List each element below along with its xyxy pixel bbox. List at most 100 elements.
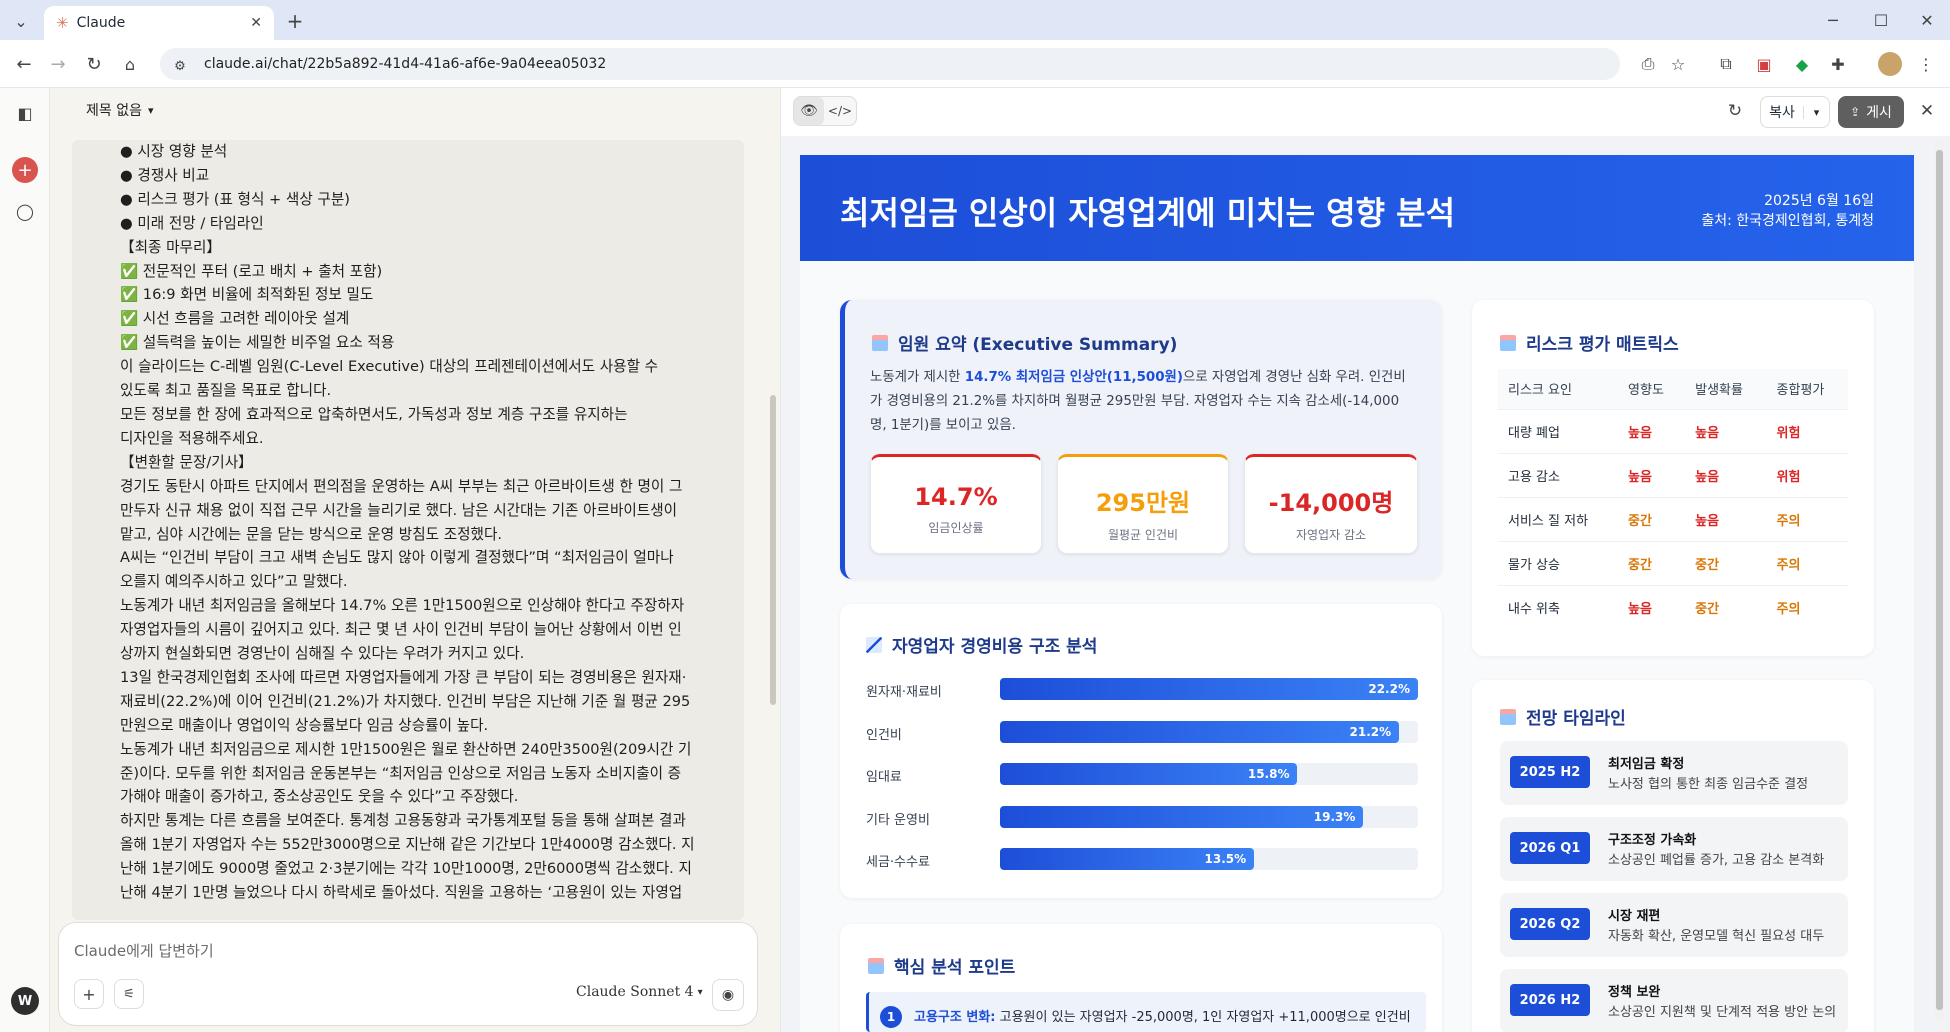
chevron-down-icon: ▾	[697, 986, 703, 998]
timeline-title: 전망 타임라인	[1526, 709, 1626, 729]
chevron-down-icon: ▾	[147, 103, 154, 117]
new-chat-icon[interactable]: +	[12, 157, 38, 183]
summary-heading: 임원 요약 (Executive Summary)	[872, 330, 1177, 355]
profile-avatar[interactable]	[1878, 52, 1902, 76]
summary-text: 노동계가 제시한 14.7% 최저임금 인상안(11,500원)으로 자영업계 …	[870, 366, 1410, 438]
timeline-item-title: 정책 보완	[1608, 985, 1661, 1000]
timeline-badge: 2026 Q2	[1510, 908, 1590, 940]
timeline-item-title: 시장 재편	[1608, 909, 1661, 924]
risk-table: 리스크 요인 영향도 발생확률 종합평가 대량 폐업 높음 높음 위험 고용 감소 높음…	[1498, 369, 1848, 629]
bar-value-label: 21.2%	[1349, 724, 1392, 739]
close-artifact-icon[interactable]: ✕	[1914, 98, 1940, 124]
slide-source: 출처: 한국경제인협회, 통계청	[1701, 213, 1874, 229]
sidebar-toggle-icon[interactable]: ◧	[12, 100, 38, 126]
extension-2-icon[interactable]: ▣	[1752, 52, 1776, 76]
risk-overall: 주의	[1766, 496, 1848, 541]
address-bar[interactable]: claude.ai/chat/22b5a892-41d4-41a6-af6e-9…	[160, 48, 1620, 80]
maximize-icon[interactable]: ☐	[1866, 6, 1896, 34]
tab-list-icon[interactable]: ⌄	[8, 8, 34, 34]
line-chart-icon	[866, 636, 882, 653]
table-row: 물가 상승 중간 중간 주의	[1498, 540, 1848, 585]
metric-value: -14,000명	[1268, 489, 1394, 517]
insight-text: 고용원이 있는 자영업자 -25,000명, 1인 자영업자 +11,000명으…	[999, 1010, 1414, 1025]
bar-value-label: 13.5%	[1204, 852, 1247, 866]
metric-label: 월평균 인건비	[1107, 528, 1179, 542]
timeline-badge: 2026 Q1	[1510, 832, 1590, 864]
bar-chart-icon	[1500, 334, 1516, 351]
claude-logo-icon: ✳	[56, 14, 69, 32]
chats-icon[interactable]: ◯	[12, 198, 38, 224]
artifact-scrollbar[interactable]	[1936, 150, 1943, 1010]
home-icon[interactable]: ⌂	[116, 50, 144, 78]
code-icon[interactable]: </>	[824, 97, 856, 125]
risk-factor: 내수 위축	[1498, 584, 1619, 629]
model-selector[interactable]: Claude Sonnet 4 ▾	[576, 984, 703, 1000]
extension-3-icon[interactable]: ◆	[1790, 52, 1814, 76]
site-settings-icon[interactable]: ⚙	[168, 54, 192, 78]
category-label: 세금·수수료	[866, 855, 930, 870]
table-row: 고용 감소 높음 높음 위험	[1498, 452, 1848, 497]
share-icon: ⇪	[1850, 105, 1861, 119]
table-row: 대량 폐업 높음 높음 위험	[1498, 408, 1848, 453]
window-close-icon[interactable]: ✕	[1912, 6, 1942, 34]
risk-header-probability: 발생확률	[1685, 369, 1767, 409]
composer	[58, 922, 758, 1026]
timeline-badge: 2026 H2	[1510, 984, 1590, 1016]
summary-title: 임원 요약 (Executive Summary)	[898, 335, 1178, 355]
publish-button[interactable]: ⇪ 게시	[1838, 96, 1904, 128]
insights-heading: 핵심 분석 포인트	[868, 953, 1015, 978]
install-app-icon[interactable]: ⎙	[1636, 52, 1660, 76]
reload-icon[interactable]: ↻	[80, 50, 108, 78]
forward-icon[interactable]: →	[44, 50, 72, 78]
risk-probability: 높음	[1685, 496, 1767, 541]
insight-text-line: 고용구조 변화: 고용원이 있는 자영업자 -25,000명, 1인 자영업자 …	[914, 1006, 1414, 1025]
risk-factor: 서비스 질 저하	[1498, 496, 1619, 541]
risk-probability: 중간	[1685, 584, 1767, 629]
timeline-item: 2026 Q2 시장 재편 자동화 확산, 운영모델 혁신 필요성 대두	[1500, 893, 1848, 957]
copy-button[interactable]: 복사	[1761, 102, 1803, 122]
risk-probability: 중간	[1685, 540, 1767, 585]
close-tab-icon[interactable]: ✕	[250, 15, 262, 31]
risk-header-impact: 영향도	[1618, 369, 1686, 409]
risk-header-overall: 종합평가	[1766, 369, 1848, 409]
risk-factor: 물가 상승	[1498, 540, 1619, 585]
publish-label: 게시	[1866, 105, 1892, 121]
new-tab-icon[interactable]: +	[282, 8, 308, 34]
chat-scrollbar[interactable]	[770, 395, 776, 705]
voice-record-icon[interactable]: ◉	[712, 979, 744, 1011]
preview-eye-icon[interactable]: 👁	[794, 97, 824, 125]
extensions-puzzle-icon[interactable]: ✚	[1826, 52, 1850, 76]
user-initial: W	[17, 993, 33, 1009]
user-avatar[interactable]: W	[11, 987, 39, 1015]
bar-value-label: 22.2%	[1368, 682, 1410, 696]
timeline-item: 2026 Q1 구조조정 가속화 소상공인 폐업률 증가, 고용 감소 본격화	[1500, 817, 1848, 881]
copy-button-group: 복사 ▾	[1760, 96, 1830, 128]
category-label: 원자재·재료비	[866, 685, 942, 700]
metric-card: 295만원 월평균 인건비	[1057, 454, 1229, 554]
minimize-icon[interactable]: ─	[1818, 6, 1848, 34]
timeline-item-desc: 소상공인 지원책 및 단계적 적용 방안 논의	[1608, 1005, 1837, 1020]
composer-input[interactable]: Claude에게 답변하기	[74, 940, 214, 961]
tools-sliders-icon[interactable]: ⚟	[114, 979, 144, 1009]
timeline-heading: 전망 타임라인	[1500, 704, 1626, 729]
attach-plus-icon[interactable]: +	[74, 979, 104, 1009]
risk-heading: 리스크 평가 매트릭스	[1500, 330, 1679, 355]
copy-options-chevron-icon[interactable]: ▾	[1803, 105, 1829, 119]
chat-title: 제목 없음	[86, 103, 142, 119]
back-icon[interactable]: ←	[10, 50, 38, 78]
table-row: 서비스 질 저하 중간 높음 주의	[1498, 496, 1848, 541]
metric-card: 14.7% 임금인상률	[870, 454, 1042, 554]
bookmark-star-icon[interactable]: ☆	[1666, 52, 1690, 76]
risk-overall: 위험	[1766, 452, 1848, 497]
tab-title: Claude	[76, 15, 126, 31]
refresh-icon[interactable]: ↻	[1722, 98, 1748, 124]
timeline-item: 2026 H2 정책 보완 소상공인 지원책 및 단계적 적용 방안 논의	[1500, 969, 1848, 1032]
metric-value: 295만원	[1095, 489, 1191, 517]
timeline-item-desc: 소상공인 폐업률 증가, 고용 감소 본격화	[1608, 853, 1825, 868]
metric-label: 자영업자 감소	[1295, 528, 1367, 542]
browser-tab[interactable]: ✳ Claude ✕	[44, 6, 274, 40]
browser-menu-icon[interactable]: ⋮	[1914, 52, 1938, 76]
chat-title-button[interactable]: 제목 없음 ▾	[86, 100, 154, 120]
timeline-item-desc: 자동화 확산, 운영모델 혁신 필요성 대두	[1608, 929, 1825, 944]
extension-1-icon[interactable]: ⧉	[1714, 52, 1738, 76]
